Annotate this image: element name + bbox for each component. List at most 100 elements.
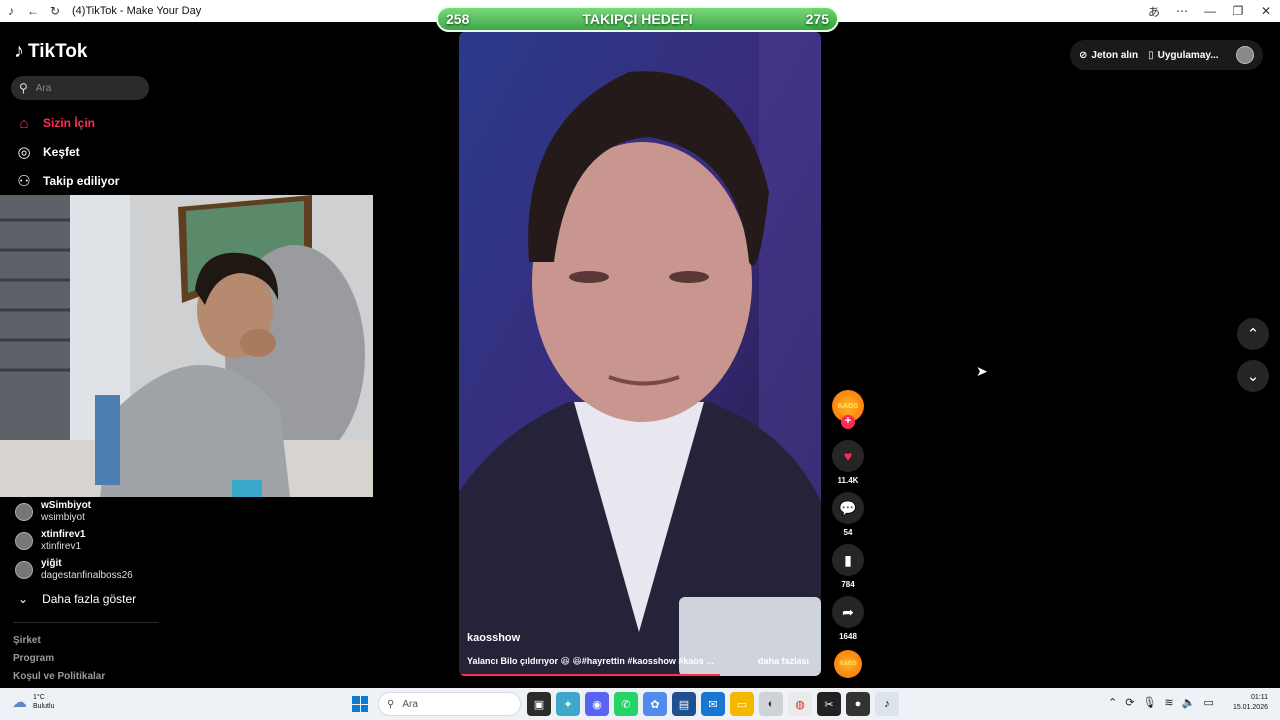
show-more-button[interactable]: ⌄ Daha fazla göster <box>18 592 136 606</box>
taskbar-search[interactable]: ⚲ Ara <box>378 692 521 716</box>
whatsapp-icon[interactable]: ✆ <box>614 692 638 716</box>
nav-label: Keşfet <box>43 145 80 159</box>
taskbar-apps: ▣ ✦ ◉ ✆ ✿ ▤ ✉ ▭ ◐ ◍ ✂ ● ♪ <box>527 692 899 716</box>
coin-icon: ⊘ <box>1079 49 1088 61</box>
minimize-icon[interactable]: — <box>1196 0 1224 22</box>
chevron-up-icon[interactable]: ⌃ <box>1108 696 1117 709</box>
tiktok-taskbar-icon[interactable]: ♪ <box>875 692 899 716</box>
video-player[interactable]: kaosshow Yalancı Bilo çıldırıyor 😆 😆#hay… <box>459 32 821 676</box>
reload-icon[interactable]: ↻ <box>44 0 66 22</box>
footer-link-terms[interactable]: Koşul ve Politikalar <box>13 671 105 682</box>
goal-target: 275 <box>805 11 829 27</box>
video-frame <box>459 32 821 676</box>
battery-icon[interactable]: ▭ <box>1203 696 1213 709</box>
weather-widget[interactable]: ☁ 1°C Bulutlu <box>12 693 54 711</box>
following-account[interactable]: wSimbiyot wsimbiyot <box>15 500 91 524</box>
following-icon: ⚇ <box>17 173 31 190</box>
wifi-icon[interactable]: ≋ <box>1164 696 1173 709</box>
windows-taskbar: ☁ 1°C Bulutlu ⚲ Ara ▣ ✦ ◉ ✆ ✿ ▤ ✉ ▭ ◐ ◍ … <box>0 688 1280 720</box>
webcam-overlay <box>0 195 373 497</box>
photos-icon[interactable]: ✿ <box>643 692 667 716</box>
phone-icon: ▯ <box>1148 49 1154 61</box>
footer-link-program[interactable]: Program <box>13 653 54 664</box>
top-right-bar: ⊘ Jeton alın ▯ Uygulamay... <box>1070 40 1263 70</box>
comment-icon: 💬 <box>839 499 857 516</box>
mouse-cursor-icon: ➤ <box>976 363 988 379</box>
save-button[interactable]: ▮ <box>832 544 864 576</box>
avatar <box>15 561 33 579</box>
back-icon[interactable]: ← <box>22 0 44 22</box>
account-name: yiğit <box>41 558 62 569</box>
nav-for-you[interactable]: ⌂ Sizin İçin <box>15 114 95 132</box>
like-count: 11.4K <box>837 476 859 485</box>
task-view-icon[interactable]: ▣ <box>527 692 551 716</box>
sync-icon[interactable]: ⟳ <box>1125 696 1134 709</box>
like-button[interactable]: ♥ <box>832 440 864 472</box>
copilot-icon[interactable]: ✦ <box>556 692 580 716</box>
bookmark-icon: ▮ <box>844 551 852 568</box>
store-icon[interactable]: ▤ <box>672 692 696 716</box>
nav-explore[interactable]: ◎ Keşfet <box>15 143 80 161</box>
taskbar-clock[interactable]: 01:11 15.01.2026 <box>1233 693 1268 713</box>
logo-text: TikTok <box>28 40 88 62</box>
get-coins-button[interactable]: ⊘ Jeton alın <box>1079 50 1138 61</box>
search-box[interactable]: ⚲ <box>11 76 149 100</box>
volume-icon[interactable]: 🔈 <box>1182 696 1196 709</box>
restore-icon[interactable]: ❐ <box>1224 0 1252 22</box>
next-video-button[interactable]: ⌄ <box>1237 360 1269 392</box>
share-icon: ➦ <box>842 603 854 620</box>
nav-following[interactable]: ⚇ Takip ediliyor <box>15 172 119 190</box>
footer-link-company[interactable]: Şirket <box>13 635 41 646</box>
tiktok-note-icon: ♪ <box>14 40 24 62</box>
following-account[interactable]: yiğit dagestanfinalboss26 <box>15 558 133 582</box>
account-name: wSimbiyot <box>41 500 92 511</box>
capcut-icon[interactable]: ✂ <box>817 692 841 716</box>
nav-label: Takip ediliyor <box>43 174 120 188</box>
see-more-link[interactable]: daha fazlası <box>758 656 809 666</box>
get-app-button[interactable]: ▯ Uygulamay... <box>1148 50 1218 61</box>
close-icon[interactable]: ✕ <box>1252 0 1280 22</box>
chevron-down-icon: ⌄ <box>18 592 29 606</box>
sidebar-divider <box>13 622 159 623</box>
tiktok-favicon-icon: ♪ <box>8 4 14 18</box>
share-count: 1648 <box>839 632 857 641</box>
outlook-icon[interactable]: ✉ <box>701 692 725 716</box>
discord-icon[interactable]: ◉ <box>585 692 609 716</box>
account-username: dagestanfinalboss26 <box>41 570 133 581</box>
cloud-icon: ☁ <box>12 694 27 711</box>
system-tray: ⌃ ⟳ 🎙 ≋ 🔈 ▭ <box>1108 696 1214 709</box>
obs-icon[interactable]: ● <box>846 692 870 716</box>
avatar <box>15 532 33 550</box>
account-username: xtinfirev1 <box>41 541 82 552</box>
window-title: (4)TikTok - Make Your Day <box>72 5 202 17</box>
account-name: xtinfirev1 <box>41 529 86 540</box>
follow-plus-button[interactable]: + <box>841 415 855 429</box>
microphone-icon[interactable]: 🎙 <box>1142 696 1156 709</box>
show-more-label: Daha fazla göster <box>42 592 137 606</box>
chevron-down-icon: ⌄ <box>1246 368 1260 385</box>
chevron-up-icon: ⌃ <box>1246 326 1260 343</box>
goal-current: 258 <box>446 11 470 27</box>
goal-label: TAKIPÇI HEDEFI <box>582 11 693 27</box>
video-description: Yalancı Bilo çıldırıyor 😆 😆#hayrettin #k… <box>467 656 714 666</box>
chrome-icon[interactable]: ◍ <box>788 692 812 716</box>
profile-avatar[interactable] <box>1236 46 1254 64</box>
more-menu-icon[interactable]: ⋯ <box>1168 0 1196 22</box>
translate-icon[interactable]: あ <box>1140 0 1168 22</box>
video-progress-bar[interactable] <box>459 674 720 676</box>
start-button[interactable] <box>352 696 368 712</box>
previous-video-button[interactable]: ⌃ <box>1237 318 1269 350</box>
taskbar-search-placeholder: Ara <box>402 698 418 710</box>
weather-desc: Bulutlu <box>33 703 55 710</box>
comment-button[interactable]: 💬 <box>832 492 864 524</box>
tiktok-logo[interactable]: ♪ TikTok <box>14 40 87 63</box>
music-disc[interactable]: KAOS <box>834 650 862 678</box>
following-account[interactable]: xtinfirev1 xtinfirev1 <box>15 529 85 553</box>
file-explorer-icon[interactable]: ▭ <box>730 692 754 716</box>
heart-icon: ♥ <box>843 448 853 464</box>
mouse-app-icon[interactable]: ◐ <box>759 692 783 716</box>
share-button[interactable]: ➦ <box>832 596 864 628</box>
video-author[interactable]: kaosshow <box>467 632 520 644</box>
compass-icon: ◎ <box>17 144 31 161</box>
search-input[interactable] <box>35 82 131 94</box>
